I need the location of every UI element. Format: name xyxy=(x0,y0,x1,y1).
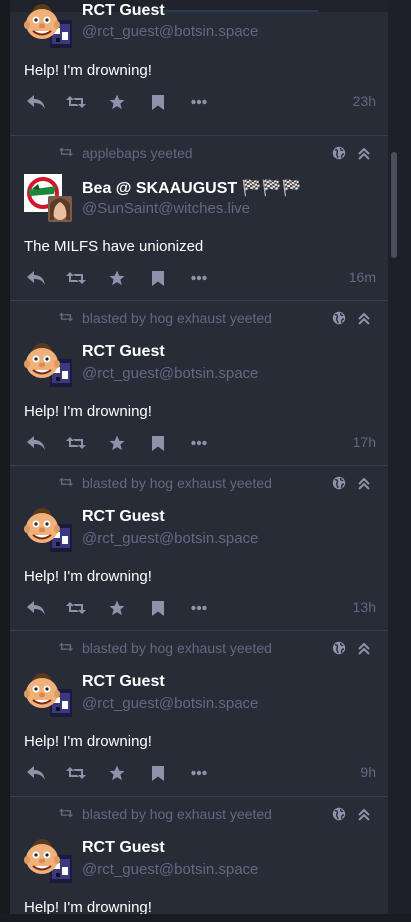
collapse-icon[interactable] xyxy=(358,808,370,826)
avatar[interactable] xyxy=(24,339,72,387)
avatar[interactable] xyxy=(24,0,72,48)
bookmark-icon[interactable] xyxy=(146,266,170,290)
bookmark-icon[interactable] xyxy=(146,596,170,620)
bookmark-icon[interactable] xyxy=(146,90,170,114)
avatar[interactable] xyxy=(24,174,72,222)
more-icon[interactable] xyxy=(187,761,211,785)
boost-icon[interactable] xyxy=(64,596,88,620)
collapse-icon[interactable] xyxy=(358,477,370,495)
status-content: Help! I'm drowning! xyxy=(24,62,152,79)
boost-small-icon xyxy=(58,474,82,492)
action-bar: 23h xyxy=(24,90,376,114)
boost-small-icon xyxy=(58,144,82,162)
status-content: Help! I'm drowning! xyxy=(24,733,152,750)
status-meta-icons xyxy=(332,311,370,330)
display-name[interactable]: RCT Guest xyxy=(82,839,165,857)
boost-small-icon xyxy=(58,639,82,657)
action-bar: 9h xyxy=(24,761,376,785)
avatar[interactable] xyxy=(24,835,72,883)
reply-icon[interactable] xyxy=(24,596,48,620)
account-handle[interactable]: @rct_guest@botsin.space xyxy=(82,695,258,712)
status-item[interactable]: applebaps yeeted Bea @ SKAAUGUST 🏁🏁🏁 @Sun… xyxy=(10,136,388,301)
status-item[interactable]: blasted by hog exhaust yeeted RCT Guest @… xyxy=(10,466,388,631)
status-item[interactable]: blasted by hog exhaust yeeted RCT Guest @… xyxy=(10,631,388,797)
more-icon[interactable] xyxy=(187,596,211,620)
more-icon[interactable] xyxy=(187,431,211,455)
boosted-by-text: blasted by hog exhaust yeeted xyxy=(82,310,272,326)
timeline-column: RCT Guest @rct_guest@botsin.space Help! I'… xyxy=(10,0,388,922)
star-icon[interactable] xyxy=(105,761,129,785)
account-handle[interactable]: @SunSaint@witches.live xyxy=(82,200,250,217)
timestamp[interactable]: 9h xyxy=(360,764,376,780)
avatar[interactable] xyxy=(24,669,72,717)
status-content: Help! I'm drowning! xyxy=(24,403,152,420)
boosted-by-text: blasted by hog exhaust yeeted xyxy=(82,640,272,656)
bookmark-icon[interactable] xyxy=(146,761,170,785)
boost-icon[interactable] xyxy=(64,761,88,785)
status-meta-icons xyxy=(332,146,370,165)
status-item[interactable]: blasted by hog exhaust yeeted RCT Guest @… xyxy=(10,797,388,922)
boost-prepend[interactable]: blasted by hog exhaust yeeted xyxy=(58,474,272,492)
timestamp[interactable]: 23h xyxy=(353,93,376,109)
status-content: Help! I'm drowning! xyxy=(24,568,152,585)
collapse-icon[interactable] xyxy=(358,312,370,330)
action-bar: 17h xyxy=(24,431,376,455)
bookmark-icon[interactable] xyxy=(146,431,170,455)
timestamp[interactable]: 13h xyxy=(353,599,376,615)
globe-icon xyxy=(332,146,346,165)
globe-icon xyxy=(332,807,346,826)
account-handle[interactable]: @rct_guest@botsin.space xyxy=(82,365,258,382)
star-icon[interactable] xyxy=(105,596,129,620)
timestamp[interactable]: 17h xyxy=(353,434,376,450)
account-handle[interactable]: @rct_guest@botsin.space xyxy=(82,861,258,878)
status-content: The MILFS have unionized xyxy=(24,238,204,255)
boost-icon[interactable] xyxy=(64,90,88,114)
boost-icon[interactable] xyxy=(64,266,88,290)
boost-small-icon xyxy=(58,805,82,823)
reply-icon[interactable] xyxy=(24,266,48,290)
boost-icon[interactable] xyxy=(64,431,88,455)
name-flags: 🏁🏁🏁 xyxy=(241,180,302,197)
scrollbar-track[interactable] xyxy=(388,0,411,922)
reply-icon[interactable] xyxy=(24,431,48,455)
more-icon[interactable] xyxy=(187,90,211,114)
boosted-by-text: blasted by hog exhaust yeeted xyxy=(82,475,272,491)
globe-icon xyxy=(332,311,346,330)
boosted-by-text: applebaps yeeted xyxy=(82,145,193,161)
display-name[interactable]: RCT Guest xyxy=(82,2,165,20)
reply-icon[interactable] xyxy=(24,761,48,785)
display-name[interactable]: RCT Guest xyxy=(82,673,165,691)
boost-prepend[interactable]: blasted by hog exhaust yeeted xyxy=(58,805,272,823)
boosted-by-text: blasted by hog exhaust yeeted xyxy=(82,806,272,822)
account-handle[interactable]: @rct_guest@botsin.space xyxy=(82,23,258,40)
more-icon[interactable] xyxy=(187,266,211,290)
boost-small-icon xyxy=(58,309,82,327)
boost-prepend[interactable]: applebaps yeeted xyxy=(58,144,193,162)
account-handle[interactable]: @rct_guest@botsin.space xyxy=(82,530,258,547)
status-meta-icons xyxy=(332,807,370,826)
boost-prepend[interactable]: blasted by hog exhaust yeeted xyxy=(58,639,272,657)
collapse-icon[interactable] xyxy=(358,147,370,165)
boost-prepend[interactable]: blasted by hog exhaust yeeted xyxy=(58,309,272,327)
star-icon[interactable] xyxy=(105,90,129,114)
star-icon[interactable] xyxy=(105,431,129,455)
display-name[interactable]: RCT Guest xyxy=(82,343,165,361)
reply-icon[interactable] xyxy=(24,90,48,114)
status-item[interactable]: RCT Guest @rct_guest@botsin.space Help! I'… xyxy=(10,0,388,136)
status-meta-icons xyxy=(332,476,370,495)
star-icon[interactable] xyxy=(105,266,129,290)
display-name[interactable]: RCT Guest xyxy=(82,508,165,526)
status-meta-icons xyxy=(332,641,370,660)
action-bar: 16m xyxy=(24,266,376,290)
timestamp[interactable]: 16m xyxy=(349,269,376,285)
avatar[interactable] xyxy=(24,504,72,552)
scrollbar-thumb[interactable] xyxy=(391,152,397,258)
status-item[interactable]: blasted by hog exhaust yeeted RCT Guest @… xyxy=(10,301,388,466)
display-name[interactable]: Bea @ SKAAUGUST 🏁🏁🏁 xyxy=(82,178,301,198)
action-bar: 13h xyxy=(24,596,376,620)
globe-icon xyxy=(332,641,346,660)
globe-icon xyxy=(332,476,346,495)
collapse-icon[interactable] xyxy=(358,642,370,660)
bottom-edge xyxy=(0,914,411,922)
